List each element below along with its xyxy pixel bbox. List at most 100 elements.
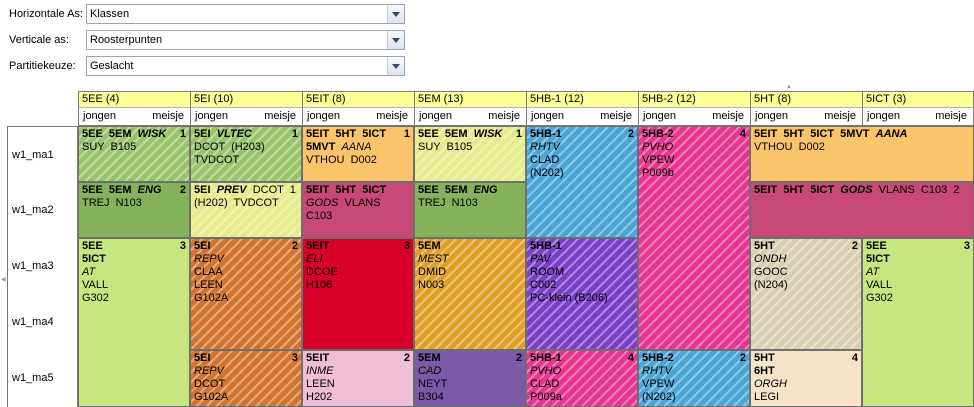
lesson-block[interactable]: 5EIT 5HT 5ICT GODS VLANS C103 2 <box>750 182 974 238</box>
lesson-count: 3 <box>403 240 410 252</box>
sub-header: jongen meisje <box>302 107 414 126</box>
lesson-classes: 5EIT 5HT 5ICT GODS VLANS C103 2 <box>754 184 960 196</box>
lesson-count: 1 <box>403 128 410 140</box>
lesson-detail: ELI <box>306 253 323 265</box>
lesson-block[interactable]: 1 5EE 5EM WISK SUY B105 <box>414 126 526 182</box>
lesson-block[interactable]: 5EIT 5HT 5ICT GODS VLANS C103 <box>302 182 414 238</box>
top-splitter-arrow-icon[interactable]: ▲ <box>786 84 792 90</box>
lesson-detail: TREJ N103 <box>82 197 142 209</box>
lesson-detail: LEEN <box>194 279 223 291</box>
lesson-block[interactable]: 3 5EE 5ICT AT VALL G302 <box>862 238 974 407</box>
lesson-detail: INME <box>306 365 334 377</box>
lesson-detail: G102A <box>194 391 229 403</box>
lesson-classes: 5EE <box>866 240 887 252</box>
lesson-block[interactable]: 3 5EE 5ICT AT VALL G302 <box>78 238 190 407</box>
sub-header: jongen meisje <box>638 107 750 126</box>
lesson-detail: TREJ N103 <box>418 197 478 209</box>
lesson-block[interactable]: 2 5EE 5EM ENG TREJ N103 <box>78 182 190 238</box>
lesson-classes: 5EE 5EM ENG <box>82 184 162 196</box>
lesson-detail: PAV <box>530 253 551 265</box>
lesson-block[interactable]: 2 5EM CAD NEYT B304 <box>414 350 526 407</box>
column-header[interactable]: 5HB-1 (12) <box>526 91 638 107</box>
chevron-down-icon[interactable] <box>387 31 404 49</box>
lesson-detail: AT <box>82 266 96 278</box>
lesson-block[interactable]: 1 5EI VLTEC DCOT (H203) TVDCOT <box>190 126 302 182</box>
lesson-block[interactable]: 5EE 5EM ENG TREJ N103 <box>414 182 526 238</box>
lesson-classes: 5EE 5EM WISK <box>418 128 503 140</box>
lesson-detail: PVHO <box>530 365 562 377</box>
lesson-block[interactable]: 3 5EI REPV DCOT G102A <box>190 350 302 407</box>
partition-value: Geslacht <box>90 60 134 72</box>
lesson-count: 1 <box>179 128 186 140</box>
lesson-detail: LEEN <box>306 378 335 390</box>
lesson-block[interactable]: 4 5HT 6HT ORGH LEGI <box>750 350 862 407</box>
lesson-detail: VTHOU D002 <box>754 141 825 153</box>
lesson-classes: 5EE <box>82 240 103 252</box>
lesson-detail: 5ICT <box>82 253 106 265</box>
lesson-classes: 5EIT <box>306 352 330 364</box>
lesson-classes: 5EM <box>418 240 441 252</box>
chevron-down-icon[interactable] <box>387 57 404 75</box>
lesson-classes: 5EIT 5HT 5ICT <box>306 128 387 140</box>
lesson-detail: (N202) <box>530 167 564 179</box>
column-header[interactable]: 5EM (13) <box>414 91 526 107</box>
lesson-block[interactable]: 2 5EIT INME LEEN H202 <box>302 350 414 407</box>
sub-header: jongen meisje <box>78 107 190 126</box>
lesson-block[interactable]: 1 5EE 5EM WISK SUY B105 <box>78 126 190 182</box>
lesson-detail: VPEW <box>642 378 675 390</box>
lesson-detail: MEST <box>418 253 449 265</box>
lesson-detail: C002 <box>530 279 557 291</box>
sub-header: jongen meisje <box>414 107 526 126</box>
lesson-count: 3 <box>963 240 970 252</box>
horizontal-axis-label: Horizontale As: <box>9 8 83 20</box>
lesson-block[interactable]: 5EM MEST DMID N003 <box>414 238 526 350</box>
lesson-detail: CLAD <box>530 154 560 166</box>
lesson-detail: G102A <box>194 292 229 304</box>
lesson-block[interactable]: 1 5EIT 5HT 5ICT 5MVT AANA VTHOU D002 <box>302 126 414 182</box>
column-header[interactable]: 5HT (8) <box>750 91 862 107</box>
lesson-block[interactable]: 5EIT 5HT 5ICT 5MVT AANA VTHOU D002 <box>750 126 974 182</box>
column-header[interactable]: 5EE (4) <box>78 91 190 107</box>
sub-header: jongen meisje <box>750 107 862 126</box>
horizontal-axis-select[interactable]: Klassen <box>86 4 405 24</box>
partition-select[interactable]: Geslacht <box>86 56 405 76</box>
lesson-classes: 5EIT 5HT 5ICT <box>306 184 387 196</box>
lesson-block[interactable]: 2 5HT ONDH GOOC (N204) <box>750 238 862 350</box>
lesson-classes: 5EI VLTEC <box>194 128 252 140</box>
lesson-count: 1 <box>291 128 298 140</box>
lesson-block[interactable]: 3 5EIT ELI DCOE H106 <box>302 238 414 350</box>
lesson-detail: DCOE <box>306 266 338 278</box>
lesson-classes: 5HB-1 <box>530 128 562 140</box>
sub-header: jongen meisje <box>190 107 302 126</box>
column-header[interactable]: 5HB-2 (12) <box>638 91 750 107</box>
column-header[interactable]: 5EI (10) <box>190 91 302 107</box>
lesson-detail: CLAD <box>530 378 560 390</box>
lesson-count: 2 <box>291 240 298 252</box>
lesson-block[interactable]: 5HB-1 PAV ROOM C002 PC-klein (B206) <box>526 238 638 350</box>
lesson-detail: LEGI <box>754 391 780 403</box>
lesson-classes: 5EI <box>194 352 211 364</box>
lesson-detail: ONDH <box>754 253 787 265</box>
lesson-block[interactable]: 4 5HB-1 PVHO CLAD P009a <box>526 350 638 407</box>
column-header[interactable]: 5ICT (3) <box>862 91 974 107</box>
lesson-block[interactable]: 4 5HB-2 PVHO VPEW P009b <box>638 126 750 350</box>
lesson-detail: SUY B105 <box>418 141 473 153</box>
left-splitter-arrow-icon[interactable]: ◀ <box>1 276 6 283</box>
lesson-classes: 5EI PREV DCOT 1 <box>194 184 296 196</box>
lesson-block[interactable]: 2 5EI REPV CLAA LEEN G102A <box>190 238 302 350</box>
vertical-axis-select[interactable]: Roosterpunten <box>86 30 405 50</box>
lesson-detail: VALL <box>866 279 893 291</box>
lesson-detail: DCOT (H203) <box>194 141 265 153</box>
lesson-detail: (H202) TVDCOT <box>194 197 279 209</box>
chevron-down-icon[interactable] <box>387 5 404 23</box>
lesson-count: 3 <box>179 240 186 252</box>
lesson-block[interactable]: 5EI PREV DCOT 1 (H202) TVDCOT <box>190 182 302 238</box>
lesson-detail: REPV <box>194 365 224 377</box>
column-header[interactable]: 5EIT (8) <box>302 91 414 107</box>
lesson-block[interactable]: 2 5HB-2 RHTV VPEW (N202) <box>638 350 750 407</box>
lesson-detail: CAD <box>418 365 442 377</box>
vertical-axis-value: Roosterpunten <box>90 34 163 46</box>
lesson-block[interactable]: 2 5HB-1 RHTV CLAD (N202) <box>526 126 638 238</box>
lesson-detail: ORGH <box>754 378 787 390</box>
lesson-detail: DMID <box>418 266 447 278</box>
